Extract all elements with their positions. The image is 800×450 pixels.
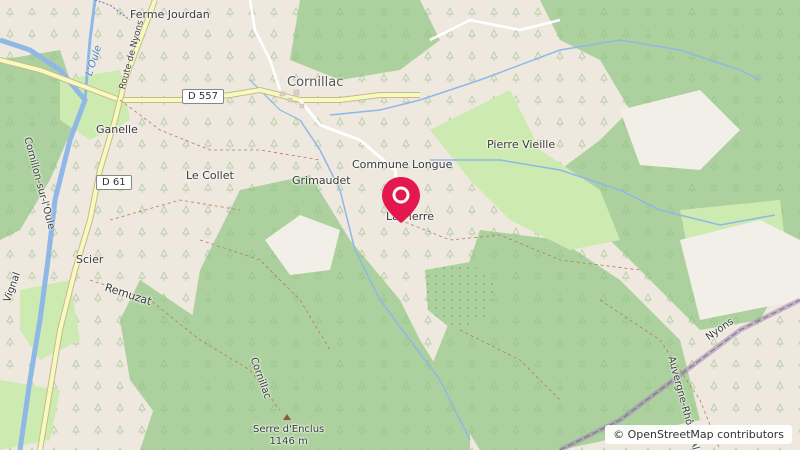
peak-name: Serre d'Enclus bbox=[253, 424, 325, 435]
attribution[interactable]: © OpenStreetMap contributors bbox=[605, 425, 792, 444]
label-ferme-jourdan: Ferme Jourdan bbox=[130, 8, 210, 21]
label-grimaudet: Grimaudet bbox=[292, 174, 351, 187]
label-serre-denclus: Serre d'Enclus 1146 m bbox=[253, 424, 324, 448]
label-pierre-vieille: Pierre Vieille bbox=[487, 138, 556, 151]
label-ganelle: Ganelle bbox=[96, 123, 138, 136]
peak-elevation: 1146 m bbox=[269, 436, 308, 447]
label-le-collet: Le Collet bbox=[186, 169, 234, 182]
label-commune-longue: Commune Longue bbox=[352, 158, 453, 171]
label-scier: Scier bbox=[76, 253, 104, 266]
map-canvas[interactable]: Ferme Jourdan Cornillac Ganelle Le Colle… bbox=[0, 0, 800, 450]
road-shield-d557: D 557 bbox=[182, 89, 224, 104]
location-marker-icon[interactable] bbox=[381, 175, 421, 225]
label-cornillac: Cornillac bbox=[287, 75, 344, 90]
road-shield-d61: D 61 bbox=[96, 175, 132, 190]
